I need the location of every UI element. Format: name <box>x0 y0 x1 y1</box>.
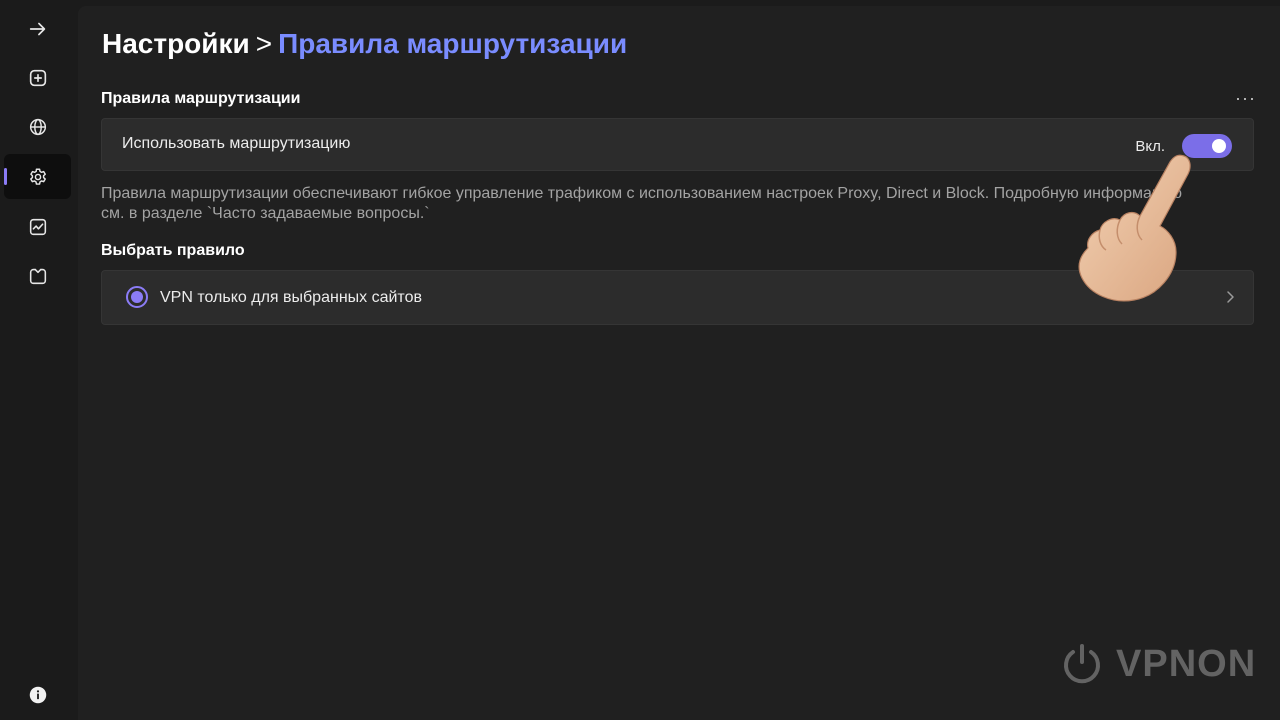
add-square-icon <box>29 69 46 86</box>
globe-icon <box>29 118 46 135</box>
power-logo-icon <box>1064 644 1100 684</box>
activity-chart-icon <box>29 218 46 235</box>
arrow-right-icon <box>29 22 45 35</box>
routing-description: Правила маршрутизации обеспечивают гибко… <box>101 185 1182 222</box>
nav-add[interactable] <box>4 55 71 100</box>
chevron-right-icon <box>1227 291 1234 303</box>
breadcrumb-root[interactable]: Настройки <box>102 28 250 59</box>
sidebar <box>0 0 76 720</box>
rule-radio[interactable] <box>126 286 148 308</box>
breadcrumb-separator: > <box>255 28 273 59</box>
more-options-button[interactable]: ··· <box>1235 88 1256 109</box>
radio-dot <box>131 291 143 303</box>
watermark-brand: VPNON <box>1116 642 1257 685</box>
use-routing-label: Использовать маршрутизацию <box>122 135 351 152</box>
clipboard-icon <box>29 268 46 284</box>
nav-clipboard[interactable] <box>4 253 71 298</box>
nav-arrow-right[interactable] <box>4 6 71 51</box>
page-title: Правила маршрутизации <box>278 28 628 59</box>
nav-activity[interactable] <box>4 204 71 249</box>
breadcrumb: Настройки > Правила маршрутизации <box>102 28 627 60</box>
pointing-hand-icon <box>1078 154 1191 302</box>
nav-info[interactable] <box>4 672 71 717</box>
info-icon <box>29 686 46 703</box>
nav-globe[interactable] <box>4 104 71 149</box>
main-panel: Настройки > Правила маршрутизации Правила … <box>78 6 1280 720</box>
rule-section-title: Выбрать правило <box>101 242 245 259</box>
selected-rule-label: VPN только для выбранных сайтов <box>160 289 422 306</box>
gear-icon <box>29 167 46 185</box>
vpnon-watermark: VPNON <box>1058 640 1256 688</box>
routing-section-title: Правила маршрутизации <box>101 90 301 107</box>
nav-settings[interactable] <box>4 154 71 199</box>
toggle-knob <box>1212 139 1226 153</box>
